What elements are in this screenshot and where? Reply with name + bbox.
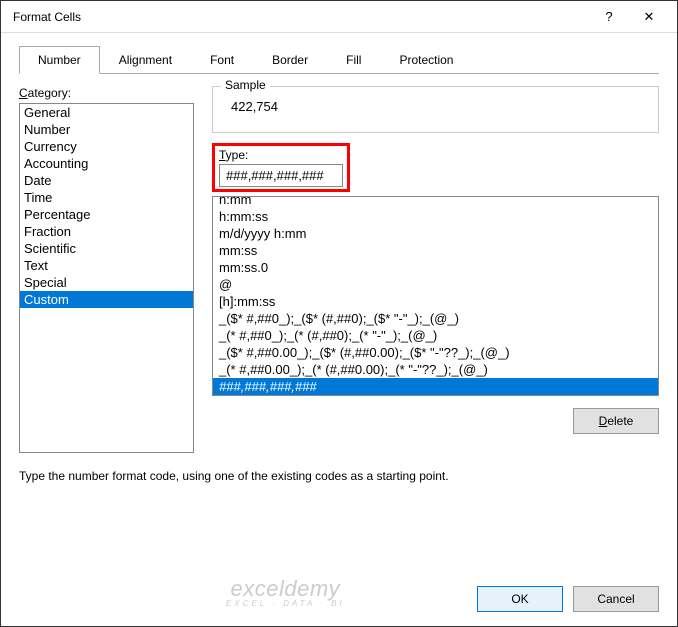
tab-protection[interactable]: Protection (380, 46, 472, 74)
cat-currency[interactable]: Currency (20, 138, 193, 155)
titlebar: Format Cells ? ✕ (1, 1, 677, 33)
cancel-button[interactable]: Cancel (573, 586, 659, 612)
delete-button[interactable]: Delete (573, 408, 659, 434)
sample-legend: Sample (221, 78, 270, 92)
cat-accounting[interactable]: Accounting (20, 155, 193, 172)
format-list[interactable]: h:mm h:mm:ss m/d/yyyy h:mm mm:ss mm:ss.0… (212, 196, 659, 396)
cat-custom[interactable]: Custom (20, 291, 193, 308)
highlight-box: Type: (212, 143, 350, 192)
watermark: exceldemy EXCEL · DATA · BI (226, 578, 345, 608)
cat-fraction[interactable]: Fraction (20, 223, 193, 240)
ok-button[interactable]: OK (477, 586, 563, 612)
category-label: Category: (19, 86, 194, 100)
hint-text: Type the number format code, using one o… (19, 469, 659, 483)
tab-number[interactable]: Number (19, 46, 100, 74)
close-button[interactable]: ✕ (629, 3, 669, 31)
delete-row: Delete (212, 408, 659, 434)
cat-date[interactable]: Date (20, 172, 193, 189)
tab-fill[interactable]: Fill (327, 46, 380, 74)
category-column: Category: General Number Currency Accoun… (19, 86, 194, 453)
dialog-title: Format Cells (13, 10, 589, 24)
tab-alignment[interactable]: Alignment (100, 46, 191, 74)
cat-special[interactable]: Special (20, 274, 193, 291)
watermark-line1: exceldemy (226, 578, 345, 600)
cat-number[interactable]: Number (20, 121, 193, 138)
right-column: Sample 422,754 Type: h:mm h:mm:ss m/d/yy… (212, 86, 659, 453)
fmt-item-selected[interactable]: ###,###,###,### (213, 378, 658, 395)
main-row: Category: General Number Currency Accoun… (19, 86, 659, 453)
type-area: Type: (212, 143, 659, 192)
cat-time[interactable]: Time (20, 189, 193, 206)
tab-strip: Number Alignment Font Border Fill Protec… (19, 45, 659, 74)
help-button[interactable]: ? (589, 3, 629, 31)
watermark-line2: EXCEL · DATA · BI (226, 600, 345, 608)
cat-general[interactable]: General (20, 104, 193, 121)
fmt-item[interactable]: [h]:mm:ss (213, 293, 658, 310)
fmt-item[interactable]: _($* #,##0_);_($* (#,##0);_($* "-"_);_(@… (213, 310, 658, 327)
fmt-item[interactable]: _(* #,##0.00_);_(* (#,##0.00);_(* "-"??_… (213, 361, 658, 378)
tab-font[interactable]: Font (191, 46, 253, 74)
cat-scientific[interactable]: Scientific (20, 240, 193, 257)
sample-box: Sample 422,754 (212, 86, 659, 133)
tab-border[interactable]: Border (253, 46, 327, 74)
sample-value: 422,754 (223, 93, 648, 114)
fmt-item[interactable]: _($* #,##0.00_);_($* (#,##0.00);_($* "-"… (213, 344, 658, 361)
fmt-item[interactable]: @ (213, 276, 658, 293)
dialog-body: Number Alignment Font Border Fill Protec… (1, 33, 677, 497)
fmt-item[interactable]: _(* #,##0_);_(* (#,##0);_(* "-"_);_(@_) (213, 327, 658, 344)
type-input[interactable] (219, 164, 343, 187)
fmt-item[interactable]: m/d/yyyy h:mm (213, 225, 658, 242)
cat-percentage[interactable]: Percentage (20, 206, 193, 223)
fmt-item[interactable]: mm:ss.0 (213, 259, 658, 276)
cat-text[interactable]: Text (20, 257, 193, 274)
category-list[interactable]: General Number Currency Accounting Date … (19, 103, 194, 453)
dialog-footer: OK Cancel (477, 586, 659, 612)
fmt-item[interactable]: mm:ss (213, 242, 658, 259)
fmt-item[interactable]: h:mm:ss (213, 208, 658, 225)
type-label: Type: (219, 148, 248, 162)
fmt-item[interactable]: h:mm (213, 196, 658, 208)
